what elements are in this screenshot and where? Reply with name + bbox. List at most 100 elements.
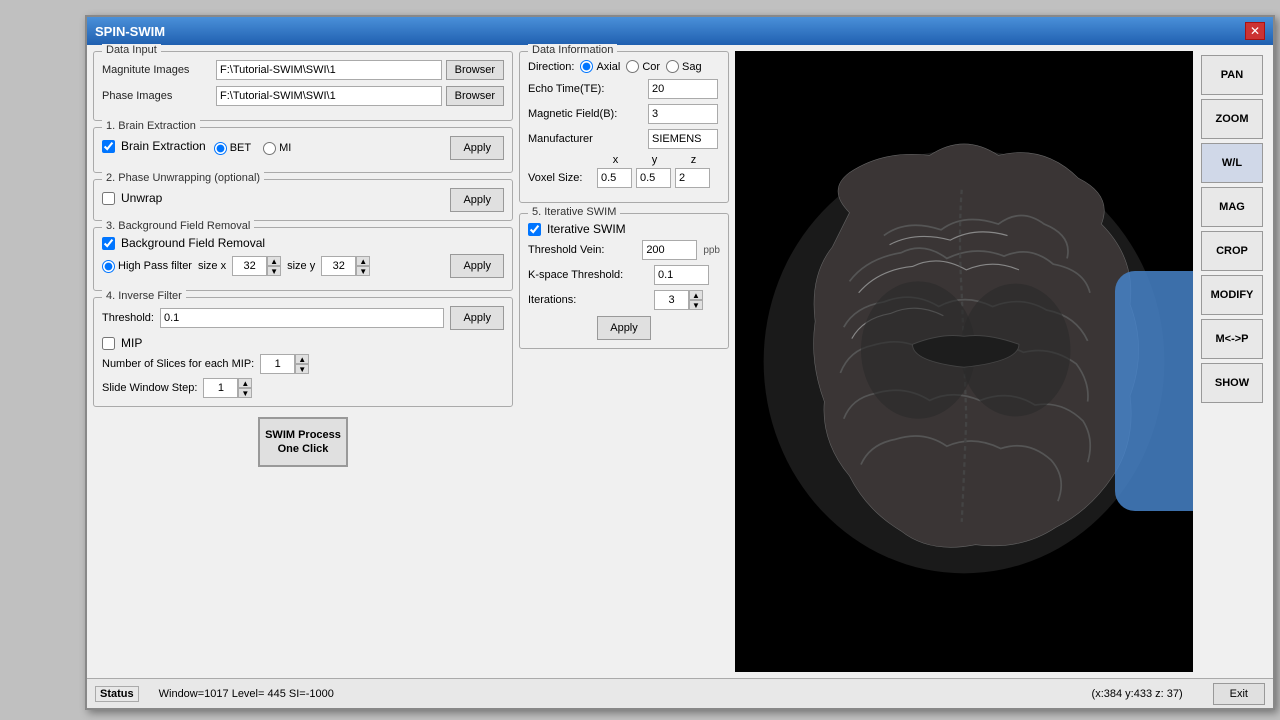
voxel-x-input[interactable] [597,168,632,188]
iterative-swim-group: 5. Iterative SWIM Iterative SWIM Thresho… [519,213,729,349]
axial-label: Axial [596,61,620,73]
threshold-vein-input[interactable] [642,240,697,260]
right-panel: For more information or to collaborate, … [735,51,1267,672]
high-pass-radio[interactable] [102,260,115,273]
close-button[interactable]: ✕ [1245,22,1265,40]
size-x-up[interactable]: ▲ [267,256,281,266]
iterations-spinner-buttons: ▲ ▼ [689,290,703,310]
brain-extraction-checkbox-label: Brain Extraction [121,139,206,153]
crop-button[interactable]: CROP [1201,231,1263,271]
size-y-up[interactable]: ▲ [356,256,370,266]
mcp-button[interactable]: M<->P [1201,319,1263,359]
iterations-row: Iterations: ▲ ▼ [528,290,720,310]
status-label: Status [100,688,134,700]
cor-radio-item: Cor [626,60,660,73]
exit-button[interactable]: Exit [1213,683,1265,705]
voxel-y-input[interactable] [636,168,671,188]
slide-window-input[interactable] [203,378,238,398]
threshold-input[interactable] [160,308,444,328]
phase-unwrapping-group: 2. Phase Unwrapping (optional) Unwrap Ap… [93,179,513,221]
image-and-sidebar: For more information or to collaborate, … [735,51,1267,672]
size-x-down[interactable]: ▼ [267,266,281,276]
size-y-down[interactable]: ▼ [356,266,370,276]
bet-radio[interactable] [214,142,227,155]
echo-time-row: Echo Time(TE): [528,79,720,99]
manufacturer-input[interactable] [648,129,718,149]
phase-row: Phase Images Browser [102,86,504,106]
iterations-spinner: ▲ ▼ [654,290,703,310]
magnitude-browser-button[interactable]: Browser [446,60,504,80]
wl-button[interactable]: W/L [1201,143,1263,183]
bg-removal-checkbox[interactable] [102,237,115,250]
slices-up[interactable]: ▲ [295,354,309,364]
slices-input[interactable] [260,354,295,374]
iterative-swim-checkbox[interactable] [528,223,541,236]
mi-radio[interactable] [263,142,276,155]
status-window-info: Window=1017 Level= 445 SI=-1000 [159,688,1072,700]
kspace-input[interactable] [654,265,709,285]
inverse-filter-label: 4. Inverse Filter [102,290,186,302]
swim-button-container: SWIM Process One Click [93,413,513,471]
left-panel: Data Input Magnitute Images Browser Phas… [93,51,513,672]
threshold-vein-unit: ppb [703,245,720,256]
phase-unwrapping-apply-button[interactable]: Apply [450,188,504,212]
slide-window-down[interactable]: ▼ [238,388,252,398]
iterative-apply-container: Apply [528,316,720,340]
slices-spinner-buttons: ▲ ▼ [295,354,309,374]
xyz-header: x y z [598,154,720,166]
phase-input[interactable] [216,86,442,106]
sag-radio[interactable] [666,60,679,73]
axial-radio[interactable] [580,60,593,73]
kspace-row: K-space Threshold: [528,265,720,285]
size-x-input[interactable] [232,256,267,276]
iterations-up[interactable]: ▲ [689,290,703,300]
echo-time-label: Echo Time(TE): [528,83,648,95]
high-pass-radio-item: High Pass filter [102,260,192,273]
bet-label: BET [230,142,251,154]
magnitude-input[interactable] [216,60,442,80]
status-coords: (x:384 y:433 z: 37) [1092,688,1183,700]
size-y-spinner: ▲ ▼ [321,256,370,276]
background-field-label: 3. Background Field Removal [102,220,254,232]
data-input-group: Data Input Magnitute Images Browser Phas… [93,51,513,121]
slices-down[interactable]: ▼ [295,364,309,374]
cor-radio[interactable] [626,60,639,73]
middle-panel: Data Information Direction: Axial Cor [519,51,729,672]
voxel-size-label: Voxel Size: [528,172,593,184]
swim-process-button[interactable]: SWIM Process One Click [258,417,348,467]
slide-window-up[interactable]: ▲ [238,378,252,388]
mip-checkbox[interactable] [102,337,115,350]
voxel-z-input[interactable] [675,168,710,188]
iterative-apply-button[interactable]: Apply [597,316,651,340]
size-y-input[interactable] [321,256,356,276]
manufacturer-label: Manufacturer [528,133,648,145]
unwrap-checkbox[interactable] [102,192,115,205]
phase-browser-button[interactable]: Browser [446,86,504,106]
brain-extraction-apply-button[interactable]: Apply [450,136,504,160]
brain-extraction-checkbox[interactable] [102,140,115,153]
inverse-filter-apply-button[interactable]: Apply [450,306,504,330]
mip-checkbox-row: MIP [102,336,504,350]
data-information-group: Data Information Direction: Axial Cor [519,51,729,203]
iterations-input[interactable] [654,290,689,310]
iterations-down[interactable]: ▼ [689,300,703,310]
echo-time-input[interactable] [648,79,718,99]
magnetic-field-input[interactable] [648,104,718,124]
iterative-swim-label: 5. Iterative SWIM [528,206,620,218]
zoom-button[interactable]: ZOOM [1201,99,1263,139]
magnetic-field-label: Magnetic Field(B): [528,108,648,120]
mi-radio-item: MI [263,142,291,155]
bg-removal-apply-button[interactable]: Apply [450,254,504,278]
iterations-label: Iterations: [528,294,648,306]
info-popup: For more information or to collaborate, … [1115,271,1193,511]
size-x-label: size x [198,260,226,272]
modify-button[interactable]: MODIFY [1201,275,1263,315]
window-title: SPIN-SWIM [95,24,165,39]
data-information-label: Data Information [528,44,617,56]
brain-extraction-radio-group: BET MI [214,142,292,155]
slide-window-label: Slide Window Step: [102,382,197,394]
show-button[interactable]: SHOW [1201,363,1263,403]
pan-button[interactable]: PAN [1201,55,1263,95]
mag-button[interactable]: MAG [1201,187,1263,227]
image-container[interactable]: For more information or to collaborate, … [735,51,1193,672]
